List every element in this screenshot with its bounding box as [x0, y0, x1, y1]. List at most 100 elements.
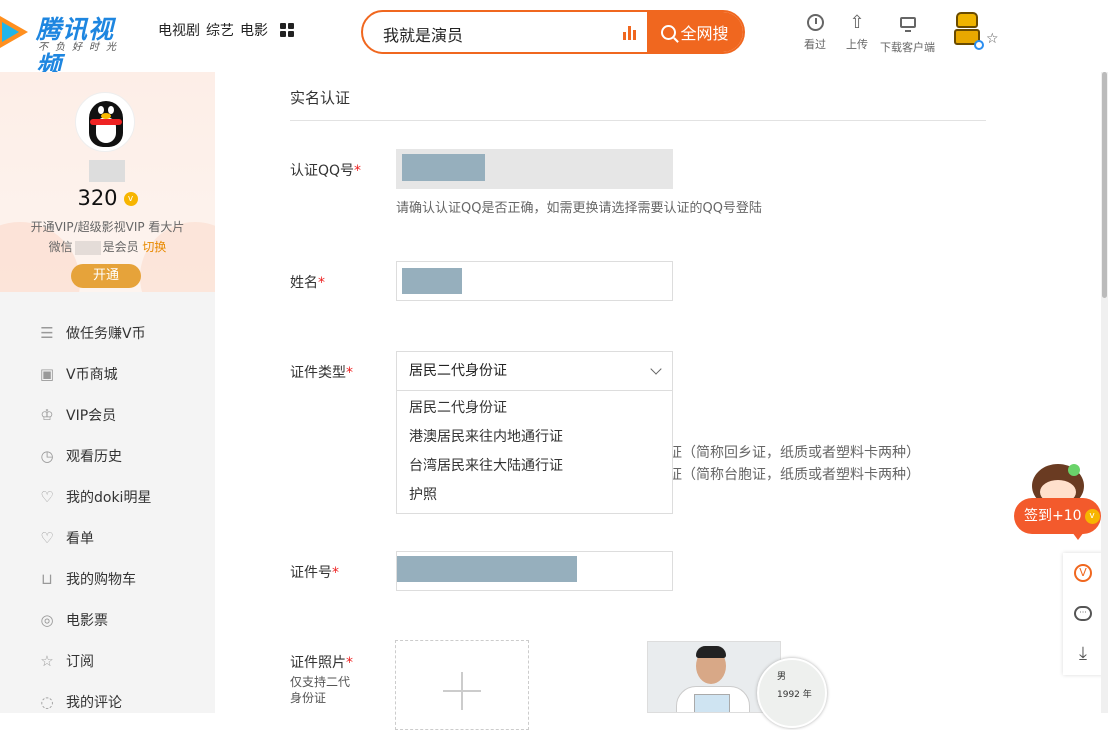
clock-icon: ◷	[40, 446, 54, 465]
sidebar-item-subscriptions[interactable]: ☆ 订阅	[0, 640, 215, 681]
sidebar-item-doki[interactable]: ♡ 我的doki明星	[0, 476, 215, 517]
search-box: 我就是演员 全网搜	[361, 10, 745, 54]
search-button-label: 全网搜	[680, 24, 729, 43]
float-vip-button[interactable]: V	[1063, 553, 1103, 593]
required-mark: *	[332, 565, 339, 581]
vcoin-icon: v	[123, 192, 138, 206]
sidebar-item-comments[interactable]: ◌ 我的评论	[0, 681, 215, 722]
required-mark: *	[346, 365, 353, 381]
points-value: 320	[77, 186, 118, 210]
id-type-option[interactable]: 居民二代身份证	[397, 394, 672, 423]
more-channels-grid-icon[interactable]	[280, 23, 294, 37]
plus-icon-vertical	[461, 672, 463, 710]
cart-icon: ⊔	[41, 569, 53, 588]
divider	[290, 120, 986, 121]
upload-button[interactable]: ⇧ 上传	[846, 14, 868, 52]
sidebar: 320 v 开通VIP/超级影视VIP 看大片 微信 是会员 切换 开通 ☰ 做任务赚…	[0, 72, 215, 713]
sidebar-item-watchlist[interactable]: ♡ 看单	[0, 517, 215, 558]
page-title: 实名认证	[290, 89, 351, 107]
bubble-tail	[1072, 532, 1084, 540]
photo-label: 证件照片*	[290, 652, 353, 672]
id-number-label-text: 证件号	[290, 565, 332, 581]
ticket-icon: ◎	[40, 610, 54, 629]
float-feedback-button[interactable]: ···	[1063, 593, 1103, 633]
daily-signin-widget[interactable]: 签到+10 v	[1014, 462, 1104, 542]
hot-chart-bars-icon[interactable]	[623, 26, 636, 40]
signin-button[interactable]: 签到+10 v	[1014, 498, 1101, 534]
sample-gender-text: 男	[777, 672, 787, 682]
id-card-illustration	[694, 694, 730, 712]
upload-label: 上传	[846, 38, 868, 51]
name-label-text: 姓名	[290, 275, 318, 291]
online-dot-icon	[974, 40, 984, 50]
sidebar-item-tasks[interactable]: ☰ 做任务赚V币	[0, 312, 215, 353]
qq-penguin-avatar[interactable]	[75, 92, 135, 152]
comment-icon: ◌	[40, 692, 54, 711]
star-icon: ☆	[40, 651, 54, 670]
search-icon	[661, 24, 677, 40]
qq-number-redacted	[402, 154, 485, 181]
sidebar-item-cart[interactable]: ⊔ 我的购物车	[0, 558, 215, 599]
switch-account-link[interactable]: 切换	[142, 240, 166, 254]
vip-promo-text: 开通VIP/超级影视VIP 看大片	[30, 220, 185, 234]
id-type-option[interactable]: 台湾居民来往大陆通行证	[397, 452, 672, 481]
top-bar: 腾讯视频 不负好时光 电视剧 综艺 电影 我就是演员 全网搜 看过 ⇧ 上传 下…	[0, 0, 1108, 80]
sidebar-item-vcoin-mall[interactable]: ▣ V币商城	[0, 353, 215, 394]
vcoin-bag-icon: ▣	[39, 364, 55, 383]
name-input[interactable]	[396, 261, 673, 301]
sidebar-item-tickets[interactable]: ◎ 电影票	[0, 599, 215, 640]
brand-slogan: 不负好时光	[38, 42, 123, 53]
sidebar-item-label: 订阅	[66, 653, 94, 670]
open-vip-button[interactable]: 开通	[71, 264, 141, 288]
search-button[interactable]: 全网搜	[647, 12, 743, 52]
upload-icon: ⇧	[849, 12, 865, 33]
id-type-note-2: 证（简称台胞证，纸质或者塑料卡两种）	[668, 467, 920, 483]
monitor-icon	[899, 17, 916, 32]
favorite-star-icon[interactable]: ☆	[986, 31, 999, 47]
tencent-video-logo[interactable]: 腾讯视频 不负好时光	[0, 10, 132, 80]
sidebar-item-history[interactable]: ◷ 观看历史	[0, 435, 215, 476]
vip-circle-icon: V	[1074, 564, 1092, 582]
id-type-option[interactable]: 护照	[397, 481, 672, 510]
search-input[interactable]: 我就是演员	[383, 22, 463, 46]
photo-note: 仅支持二代身份证	[290, 675, 351, 705]
sidebar-menu: ☰ 做任务赚V币 ▣ V币商城 ♔ VIP会员 ◷ 观看历史 ♡ 我的doki明星 ♡ 看单…	[0, 312, 215, 722]
nav-variety[interactable]: 综艺	[206, 20, 234, 40]
required-mark: *	[354, 163, 362, 179]
sidebar-item-label: 我的评论	[66, 694, 122, 711]
nav-movies[interactable]: 电影	[240, 20, 268, 40]
chat-bubble-icon: ···	[1074, 605, 1092, 621]
scroll-thumb[interactable]	[1102, 72, 1107, 298]
sidebar-item-label: 电影票	[66, 612, 108, 629]
nav-tv-series[interactable]: 电视剧	[158, 20, 200, 40]
page-scrollbar[interactable]	[1101, 72, 1108, 713]
id-type-option[interactable]: 港澳居民来往内地通行证	[397, 423, 672, 452]
user-avatar[interactable]	[950, 10, 984, 50]
required-mark: *	[318, 275, 325, 291]
sample-zoom-lens: 男 1992 年	[757, 658, 827, 728]
sidebar-item-label: 我的购物车	[66, 571, 136, 588]
photo-upload-box[interactable]	[395, 640, 529, 730]
id-type-select[interactable]: 居民二代身份证	[396, 351, 673, 391]
history-button[interactable]: 看过	[804, 14, 826, 52]
profile-card: 320 v 开通VIP/超级影视VIP 看大片 微信 是会员 切换 开通	[0, 72, 215, 292]
required-mark: *	[346, 655, 353, 671]
task-list-icon: ☰	[40, 323, 54, 342]
id-type-selected-value: 居民二代身份证	[409, 363, 507, 379]
wechat-prefix: 微信	[48, 240, 73, 254]
sample-year-text: 1992 年	[777, 690, 812, 700]
sidebar-item-vip[interactable]: ♔ VIP会员	[0, 394, 215, 435]
float-download-button[interactable]: ⤓	[1063, 633, 1103, 673]
sidebar-item-label: 我的doki明星	[66, 489, 152, 506]
id-type-label: 证件类型*	[290, 362, 353, 382]
download-icon: ⤓	[1079, 642, 1087, 664]
sidebar-item-label: V币商城	[66, 366, 118, 383]
name-label: 姓名*	[290, 272, 325, 292]
download-client-button[interactable]: 下载客户端	[880, 14, 935, 55]
wechat-name-redacted	[74, 240, 101, 255]
id-number-redacted	[397, 556, 577, 582]
qq-number-field	[396, 149, 673, 189]
id-number-input[interactable]	[396, 551, 673, 591]
sidebar-item-label: 做任务赚V币	[66, 325, 146, 342]
vcoin-points[interactable]: 320 v	[0, 186, 215, 210]
